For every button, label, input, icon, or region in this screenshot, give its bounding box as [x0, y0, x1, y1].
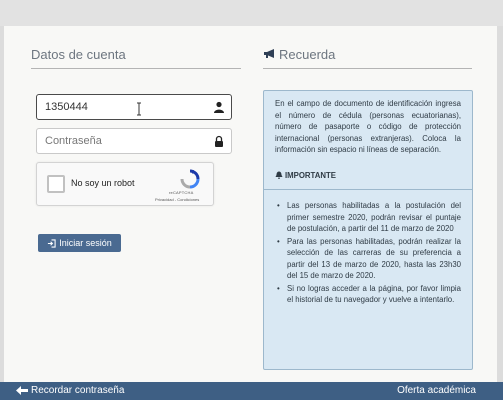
recover-password-label: Recordar contraseña: [31, 385, 125, 396]
important-heading: IMPORTANTE: [275, 170, 461, 182]
recover-password-link[interactable]: Recordar contraseña: [16, 385, 124, 396]
recaptcha-label: No soy un robot: [71, 178, 135, 188]
password-placeholder: Contraseña: [45, 135, 102, 147]
important-item: Las personas habilitadas a la postulació…: [275, 200, 461, 235]
footer-bar: Recordar contraseña Oferta académica: [0, 382, 503, 400]
id-document-value: 1350444: [45, 101, 88, 113]
important-item: Si no logras acceder a la página, por fa…: [275, 283, 461, 306]
bell-icon: [275, 171, 283, 180]
important-rule: [264, 189, 472, 190]
important-title: IMPORTANTE: [285, 170, 336, 180]
megaphone-icon: [264, 49, 274, 58]
login-button[interactable]: Iniciar sesión: [38, 234, 121, 252]
important-item: Para las personas habilitadas, podrán re…: [275, 236, 461, 282]
reminder-title-rule: [263, 68, 472, 69]
account-section-title: Datos de cuenta: [31, 47, 126, 62]
reminder-intro: En el campo de documento de identificaci…: [275, 99, 461, 154]
lock-icon: [215, 135, 223, 147]
password-input[interactable]: Contraseña: [36, 128, 232, 154]
reminder-info-box: En el campo de documento de identificaci…: [263, 90, 473, 370]
recaptcha-checkbox[interactable]: [47, 175, 65, 193]
arrow-left-icon: [16, 386, 28, 395]
top-strip: [0, 0, 503, 26]
login-button-label: Iniciar sesión: [59, 238, 112, 248]
recaptcha-links[interactable]: Privacidad - Condiciones: [155, 197, 199, 202]
account-title-rule: [31, 68, 241, 69]
recaptcha-widget: No soy un robot reCAPTCHA Privacidad - C…: [36, 162, 214, 206]
text-cursor-icon: [137, 102, 141, 116]
id-document-input[interactable]: 1350444: [36, 94, 232, 120]
user-icon: [214, 101, 224, 113]
reminder-section-title: Recuerda: [279, 47, 336, 62]
academic-offer-link[interactable]: Oferta académica: [397, 385, 476, 396]
login-icon: [48, 238, 56, 248]
important-list: Las personas habilitadas a la postulació…: [275, 200, 461, 306]
recaptcha-brand: reCAPTCHA: [169, 190, 194, 195]
recaptcha-logo-icon: [180, 169, 200, 189]
